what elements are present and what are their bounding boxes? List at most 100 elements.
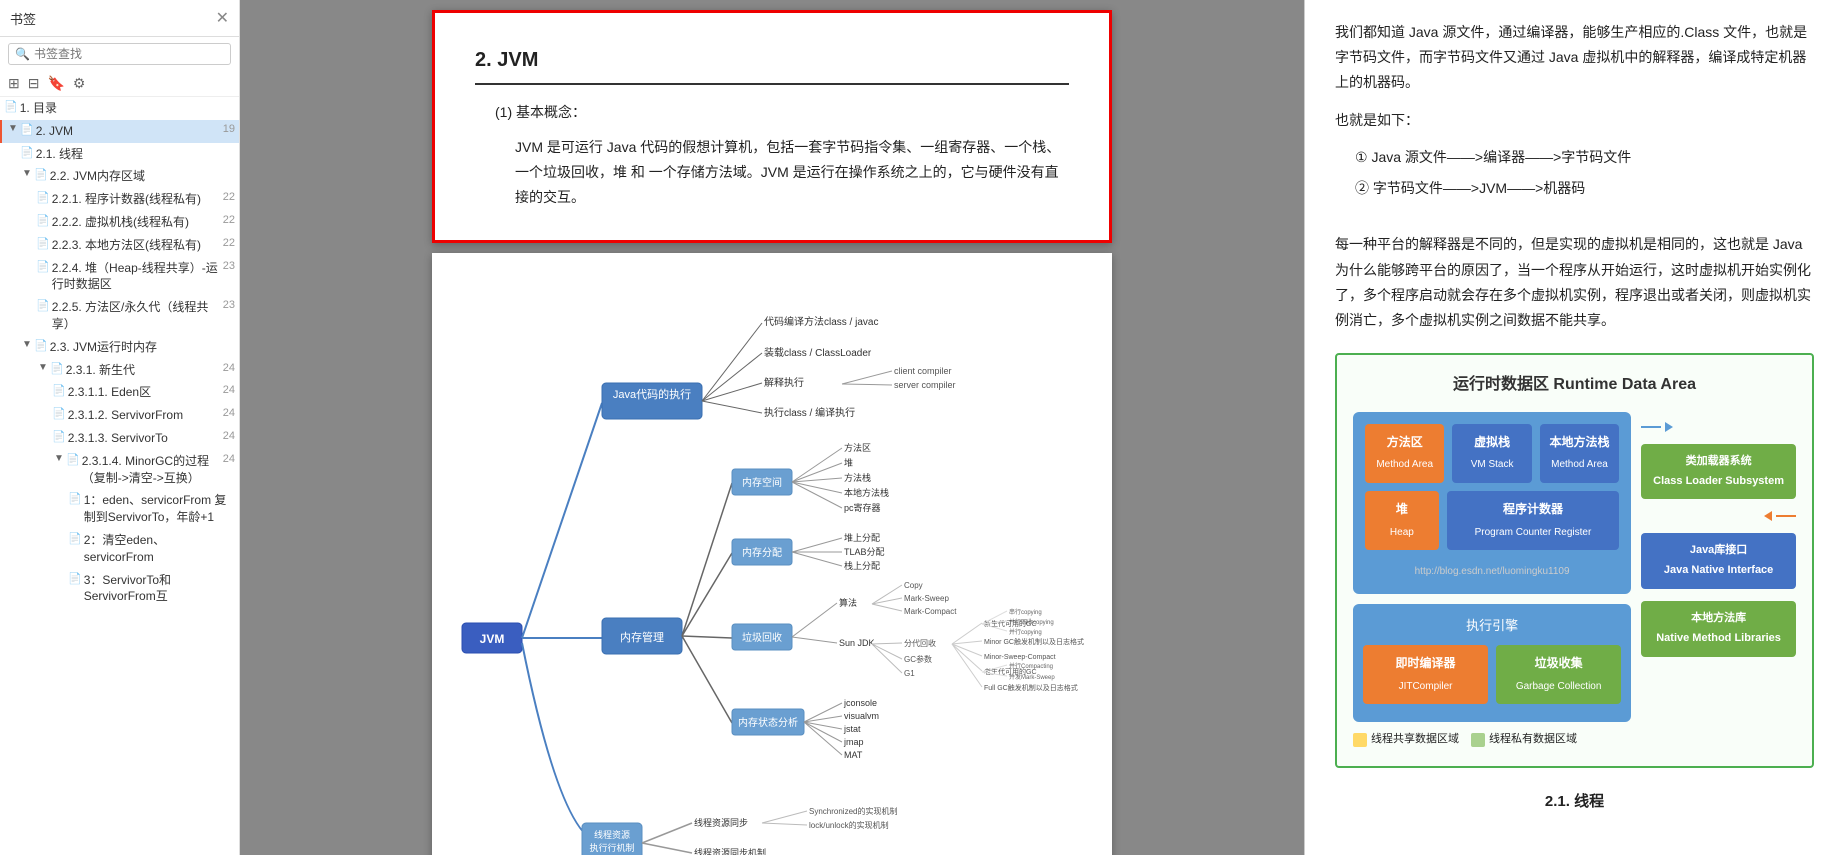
page-2-3-1: 24 xyxy=(223,362,235,374)
sidebar-item-2-2-2-label: 2.2.2. 虚拟机栈(线程私有) xyxy=(52,214,219,231)
svg-text:堆上分配: 堆上分配 xyxy=(844,533,880,543)
sidebar-close-button[interactable]: ✕ xyxy=(216,8,229,28)
svg-text:执行class / 编译执行: 执行class / 编译执行 xyxy=(764,406,855,419)
sidebar-item-2-2-5[interactable]: 📄 2.2.5. 方法区/永久代（线程共享） 23 xyxy=(0,296,239,336)
page-2-2-1: 22 xyxy=(223,191,235,203)
svg-text:MAT: MAT xyxy=(844,750,863,760)
sidebar-item-1-label: 1. 目录 xyxy=(20,100,235,117)
subsection-label: (1) 基本概念： xyxy=(495,101,1069,125)
svg-text:内存状态分析: 内存状态分析 xyxy=(738,716,798,729)
arrow-icon-2-2: ▼ xyxy=(20,168,34,179)
native-lib-cell: 本地方法库Native Method Libraries xyxy=(1641,601,1796,657)
sidebar-item-2-3-1-4-3[interactable]: 📄 3：ServivorTo和ServivorFrom互 xyxy=(0,569,239,609)
bookmark-icon-2-2: 📄 xyxy=(34,168,48,181)
main-area: 2. JVM (1) 基本概念： JVM 是可运行 Java 代码的假想计算机，… xyxy=(240,0,1844,855)
bookmark-icon-2-3-1-2: 📄 xyxy=(52,407,66,420)
bookmark-icon-2-3-1-4-2: 📄 xyxy=(68,532,82,545)
sidebar-item-2-2-3[interactable]: 📄 2.2.3. 本地方法区(线程私有) 22 xyxy=(0,234,239,257)
page-2-2-4: 23 xyxy=(223,260,235,272)
sidebar-item-2-1[interactable]: 📄 2.1. 线程 xyxy=(0,143,239,166)
sidebar-item-2-3-1-4-2-label: 2：清空eden、servicorFrom xyxy=(84,532,235,566)
collapse-all-icon[interactable]: ⊟ xyxy=(28,75,40,92)
sidebar-title: 书签 xyxy=(10,9,36,28)
sidebar-item-2-3-1-4[interactable]: ▼ 📄 2.3.1.4. MinorGC的过程（复制->清空->互换） 24 xyxy=(0,450,239,490)
execution-engine-box: 执行引擎 即时编译器JITCompiler 垃圾收集Garbage Collec… xyxy=(1353,604,1631,723)
search-input[interactable] xyxy=(34,47,224,61)
bookmark-icon[interactable]: 🔖 xyxy=(47,75,64,92)
svg-text:内存分配: 内存分配 xyxy=(742,546,782,559)
svg-text:解释执行: 解释执行 xyxy=(764,376,804,389)
sidebar-item-2-3-1-2[interactable]: 📄 2.3.1.2. ServivorFrom 24 xyxy=(0,404,239,427)
svg-text:server compiler: server compiler xyxy=(894,380,956,390)
sidebar-item-2-3-1-3-label: 2.3.1.3. ServivorTo xyxy=(68,430,219,447)
execution-engine-title: 执行引擎 xyxy=(1363,614,1621,637)
sidebar-item-2-2-4[interactable]: 📄 2.2.4. 堆（Heap-线程共享）-运行时数据区 23 xyxy=(0,257,239,297)
right-text-2: 也就是如下： xyxy=(1335,108,1814,133)
sidebar-item-2[interactable]: ▼ 📄 2. JVM 19 xyxy=(0,120,239,143)
pdf-area[interactable]: 2. JVM (1) 基本概念： JVM 是可运行 Java 代码的假想计算机，… xyxy=(240,0,1304,855)
bookmark-icon-2-3-1-4-1: 📄 xyxy=(68,492,82,505)
right-text-3: 每一种平台的解释器是不同的，但是实现的虚拟机是相同的，这也就是 Java 为什么… xyxy=(1335,232,1814,333)
arrow-icon-2-3-1: ▼ xyxy=(36,362,50,373)
sidebar-item-2-3-1-4-label: 2.3.1.4. MinorGC的过程（复制->清空->互换） xyxy=(82,453,219,487)
watermark: http://blog.esdn.net/luomingku1109 xyxy=(1415,566,1570,577)
section-body-text: JVM 是可运行 Java 代码的假想计算机，包括一套字节码指令集、一组寄存器、… xyxy=(515,135,1069,211)
pdf-page-mindmap: JVM Java代码的执行 代码编译方法class / javac 装载clas… xyxy=(432,253,1112,855)
sidebar-item-2-3-1-4-2[interactable]: 📄 2：清空eden、servicorFrom xyxy=(0,529,239,569)
bookmark-icon-2-2-3: 📄 xyxy=(36,237,50,250)
sidebar-header: 书签 ✕ xyxy=(0,0,239,37)
svg-text:client compiler: client compiler xyxy=(894,366,952,376)
sidebar-item-2-3-1-4-1[interactable]: 📄 1：eden、servicorFrom 复制到ServivorTo，年龄+1 xyxy=(0,489,239,529)
class-loader-cell: 类加载器系统Class Loader Subsystem xyxy=(1641,444,1796,500)
svg-text:GC参数: GC参数 xyxy=(904,654,932,664)
expand-all-icon[interactable]: ⊞ xyxy=(8,75,20,92)
sidebar-item-2-2-1-label: 2.2.1. 程序计数器(线程私有) xyxy=(52,191,219,208)
svg-text:执行行机制: 执行行机制 xyxy=(589,842,634,853)
settings-icon[interactable]: ⚙ xyxy=(73,75,86,92)
sidebar-item-2-3-1[interactable]: ▼ 📄 2.3.1. 新生代 24 xyxy=(0,359,239,382)
page-2-3-1-4: 24 xyxy=(223,453,235,465)
jit-cell: 即时编译器JITCompiler xyxy=(1363,645,1488,704)
svg-text:内存空间: 内存空间 xyxy=(742,476,782,489)
bookmark-icon-2-3-1-1: 📄 xyxy=(52,384,66,397)
bookmark-icon-2-2-1: 📄 xyxy=(36,191,50,204)
svg-text:pc寄存器: pc寄存器 xyxy=(844,502,881,513)
sidebar-item-2-2-2[interactable]: 📄 2.2.2. 虚拟机栈(线程私有) 22 xyxy=(0,211,239,234)
svg-text:jconsole: jconsole xyxy=(843,698,877,708)
pdf-page-jvm: 2. JVM (1) 基本概念： JVM 是可运行 Java 代码的假想计算机，… xyxy=(432,10,1112,243)
sidebar-search-box[interactable]: 🔍 xyxy=(8,43,231,65)
sidebar-item-2-3-1-3[interactable]: 📄 2.3.1.3. ServivorTo 24 xyxy=(0,427,239,450)
jni-cell: Java库接口Java Native Interface xyxy=(1641,533,1796,589)
svg-text:Minor GC触发机制以及日志格式: Minor GC触发机制以及日志格式 xyxy=(984,637,1084,646)
arrow-icon-2-3-1-4: ▼ xyxy=(52,453,66,464)
svg-text:Java代码的执行: Java代码的执行 xyxy=(613,387,691,401)
arrow-icon-2: ▼ xyxy=(6,123,20,134)
page-2-3-1-3: 24 xyxy=(223,430,235,442)
sidebar-item-2-3-1-1[interactable]: 📄 2.3.1.1. Eden区 24 xyxy=(0,381,239,404)
bookmark-icon-2-3: 📄 xyxy=(34,339,48,352)
arrow-icon-2-3: ▼ xyxy=(20,339,34,350)
sidebar-item-2-1-label: 2.1. 线程 xyxy=(36,146,235,163)
section-2-1-title: 2.1. 线程 xyxy=(1335,788,1814,815)
sidebar-item-2-2-4-label: 2.2.4. 堆（Heap-线程共享）-运行时数据区 xyxy=(52,260,219,294)
page-section-title: 2. JVM xyxy=(475,43,1069,85)
sidebar-item-2-2-1[interactable]: 📄 2.2.1. 程序计数器(线程私有) 22 xyxy=(0,188,239,211)
right-text-1: 我们都知道 Java 源文件，通过编译器，能够生产相应的.Class 文件，也就… xyxy=(1335,20,1814,96)
page-2-3-1-1: 24 xyxy=(223,384,235,396)
bookmark-icon-2-3-1-4: 📄 xyxy=(66,453,80,466)
right-panel: 我们都知道 Java 源文件，通过编译器，能够生产相应的.Class 文件，也就… xyxy=(1304,0,1844,855)
svg-text:本地方法栈: 本地方法栈 xyxy=(844,487,889,498)
bookmark-icon-2-2-5: 📄 xyxy=(36,299,50,312)
svg-text:并发Mark-Sweep: 并发Mark-Sweep xyxy=(1009,673,1055,681)
svg-text:并行copying: 并行copying xyxy=(1009,628,1042,636)
sidebar-item-2-2[interactable]: ▼ 📄 2.2. JVM内存区域 xyxy=(0,165,239,188)
sidebar-item-1[interactable]: 📄 1. 目录 xyxy=(0,97,239,120)
svg-text:Copy: Copy xyxy=(904,581,923,590)
svg-text:线程资源同步机制: 线程资源同步机制 xyxy=(694,847,766,855)
sidebar-item-2-3[interactable]: ▼ 📄 2.3. JVM运行时内存 xyxy=(0,336,239,359)
legend-private: 线程私有数据区域 xyxy=(1471,730,1577,750)
svg-text:Full GC触发机制以及日志格式: Full GC触发机制以及日志格式 xyxy=(984,683,1078,692)
sidebar-item-2-page: 19 xyxy=(223,123,235,135)
svg-text:Mark-Sweep: Mark-Sweep xyxy=(904,594,949,603)
sidebar-tree: 📄 1. 目录 ▼ 📄 2. JVM 19 📄 2.1. 线程 ▼ 📄 2.2.… xyxy=(0,97,239,855)
